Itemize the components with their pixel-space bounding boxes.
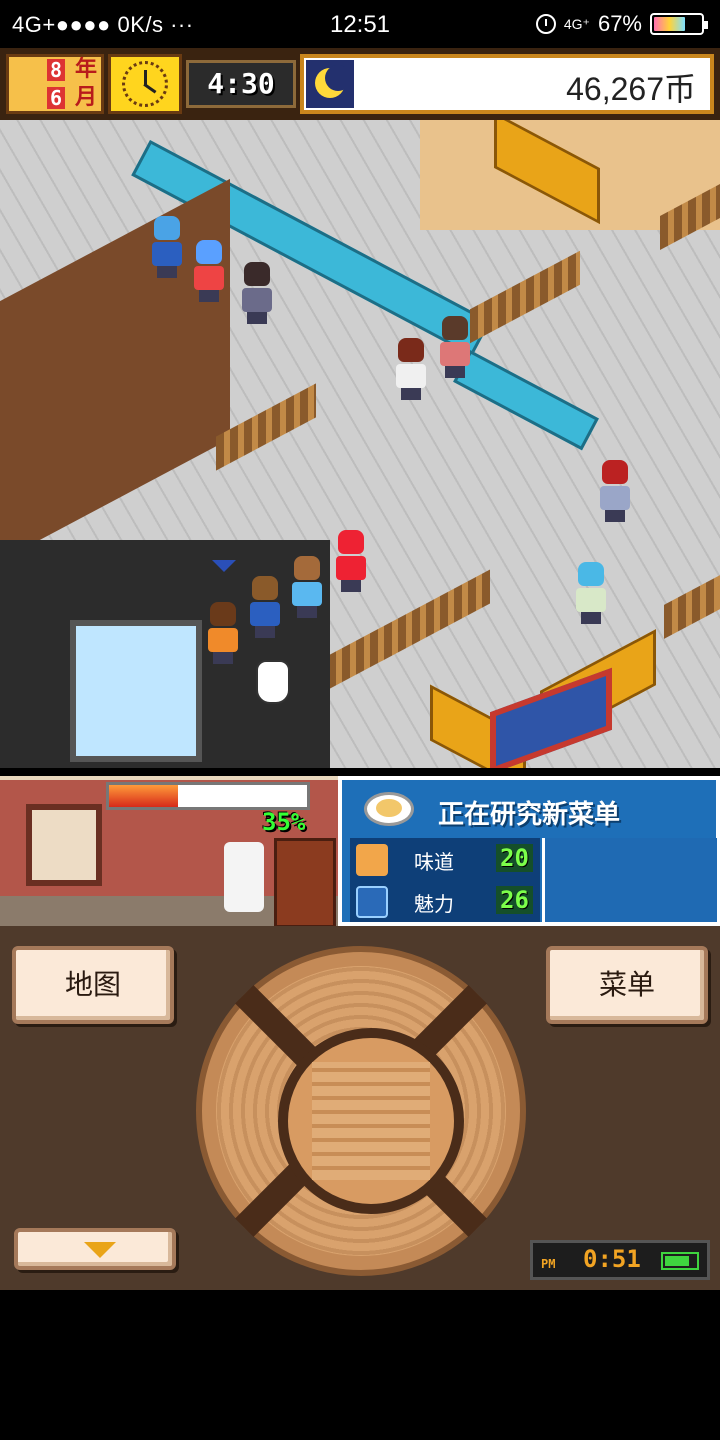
flavor-icon <box>356 844 388 876</box>
date-display[interactable]: 8 年 6 月 <box>6 54 104 114</box>
year-number: 8 <box>47 59 66 81</box>
staff[interactable] <box>440 316 470 378</box>
map-button[interactable]: 地图 <box>12 946 174 1024</box>
customer[interactable] <box>152 216 182 278</box>
fence <box>216 383 316 471</box>
stat-value: 26 <box>496 886 533 914</box>
mini-time: 0:51 <box>583 1245 641 1273</box>
battery-percent: 67% <box>597 11 642 36</box>
research-panel[interactable]: 正在研究新菜单 味道 20 魅力 26 <box>338 776 720 926</box>
menu-button[interactable]: 菜单 <box>546 946 708 1024</box>
customer[interactable] <box>576 562 606 624</box>
charm-icon <box>356 886 388 918</box>
research-progress-percent: 35% <box>262 808 306 836</box>
chef <box>224 842 264 912</box>
restaurant-scene[interactable] <box>0 120 720 768</box>
shop-window <box>70 620 202 762</box>
status-bar: 4G+●●●● 0K/s ··· 12:51 4G⁺ 67% <box>0 0 720 48</box>
year-unit: 年 <box>75 57 98 82</box>
research-stats-bar-area <box>542 838 717 922</box>
stat-value: 20 <box>496 844 533 872</box>
shop-stall <box>0 178 230 562</box>
battery-icon <box>661 1252 699 1270</box>
research-title: 正在研究新菜单 <box>438 800 621 830</box>
game-hud: 8 年 6 月 4:30 46,267币 <box>0 48 720 120</box>
month-unit: 月 <box>75 85 98 110</box>
directional-pad[interactable] <box>196 946 526 1276</box>
money-amount: 46,267币 <box>566 71 696 107</box>
stat-label: 魅力 <box>414 892 454 916</box>
selection-marker-icon <box>212 560 236 572</box>
stat-label: 味道 <box>414 850 454 874</box>
customer[interactable] <box>292 556 322 618</box>
dpad-center-button[interactable] <box>278 1028 464 1214</box>
counter-bar-2 <box>453 350 599 451</box>
collapse-button[interactable] <box>14 1228 176 1270</box>
battery-icon <box>650 13 708 35</box>
dish-icon <box>364 792 414 826</box>
customer[interactable] <box>250 576 280 638</box>
dining-table <box>490 667 612 768</box>
stat-charm: 魅力 26 <box>350 882 540 922</box>
clock-icon <box>108 54 182 114</box>
customer[interactable] <box>600 460 630 522</box>
fence <box>664 575 720 639</box>
status-icons: 4G⁺ 67% <box>535 11 708 37</box>
pointer-hand-icon <box>256 660 290 704</box>
customer[interactable] <box>194 240 224 302</box>
game-time: 4:30 <box>186 60 296 108</box>
research-stats: 味道 20 魅力 26 <box>350 838 540 922</box>
stat-flavor: 味道 20 <box>350 840 540 880</box>
customer[interactable] <box>336 530 366 592</box>
staff[interactable] <box>396 338 426 400</box>
money-display: 46,267币 <box>300 54 714 114</box>
customer[interactable] <box>208 602 238 664</box>
mini-time-period: PM <box>541 1257 556 1271</box>
kitchen-shelf <box>274 838 336 928</box>
alarm-icon <box>535 14 556 34</box>
kitchen-window <box>26 804 102 886</box>
month-number: 6 <box>47 87 66 109</box>
research-progress-bar <box>106 782 310 810</box>
chevron-down-icon <box>84 1242 116 1258</box>
moon-icon <box>306 60 354 108</box>
signal-icon: 4G⁺ <box>563 16 590 32</box>
mini-clock-display: PM 0:51 <box>530 1240 710 1280</box>
fence <box>470 250 580 344</box>
customer[interactable] <box>242 262 272 324</box>
